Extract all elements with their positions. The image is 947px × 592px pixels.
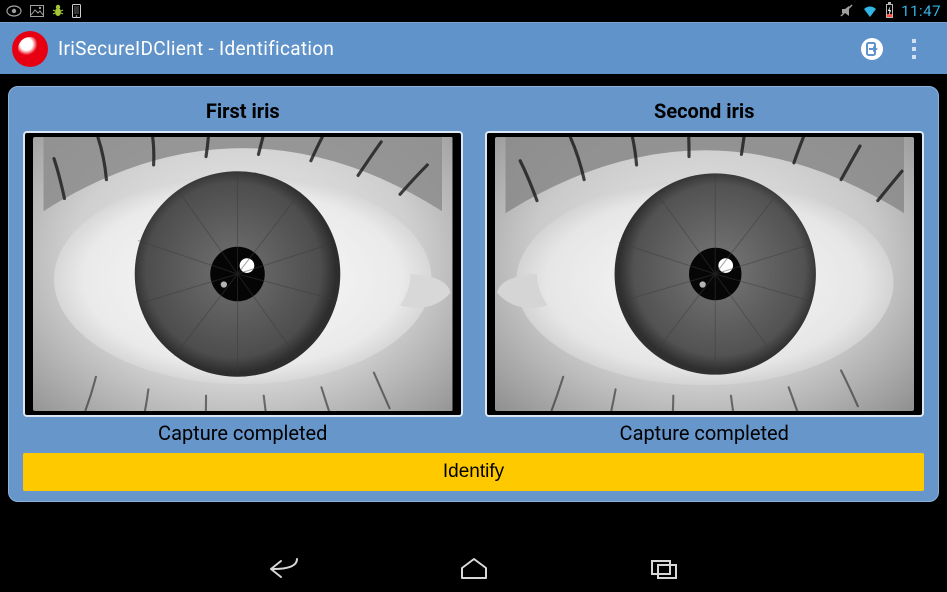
home-icon: [459, 557, 489, 581]
identify-button[interactable]: Identify: [23, 453, 924, 491]
android-nav-bar: [0, 546, 947, 592]
app-title: IriSecureIDClient - Identification: [58, 37, 851, 60]
recent-apps-icon: [649, 558, 679, 580]
back-icon: [267, 557, 301, 581]
image-notification-icon: [30, 5, 44, 17]
first-iris-image: [33, 137, 453, 411]
status-clock: 11:47: [901, 2, 941, 20]
battery-icon: [886, 4, 893, 18]
nav-back-button[interactable]: [254, 549, 314, 589]
second-iris-panel: Second iris: [485, 99, 925, 449]
logout-button[interactable]: [851, 28, 893, 70]
app-action-bar: IriSecureIDClient - Identification: [0, 22, 947, 74]
overflow-menu-button[interactable]: [893, 28, 935, 70]
first-iris-panel: First iris: [23, 99, 463, 449]
second-iris-image: [495, 137, 915, 411]
android-debug-icon: [52, 4, 64, 18]
second-iris-capture[interactable]: [485, 131, 925, 417]
first-iris-label: First iris: [206, 99, 280, 123]
first-iris-status: Capture completed: [158, 421, 327, 445]
android-status-bar: 11:47: [0, 0, 947, 22]
logout-icon: [859, 36, 885, 62]
eye-notification-icon: [6, 5, 22, 17]
mute-icon: [840, 4, 854, 18]
nav-home-button[interactable]: [444, 549, 504, 589]
content-panel: First iris: [8, 86, 939, 502]
second-iris-label: Second iris: [654, 99, 754, 123]
nav-recent-button[interactable]: [634, 549, 694, 589]
overflow-menu-icon: [912, 39, 916, 59]
wifi-icon: [862, 5, 878, 18]
first-iris-capture[interactable]: [23, 131, 463, 417]
second-iris-status: Capture completed: [620, 421, 789, 445]
device-notification-icon: [72, 4, 81, 18]
app-logo-icon: [12, 31, 48, 67]
